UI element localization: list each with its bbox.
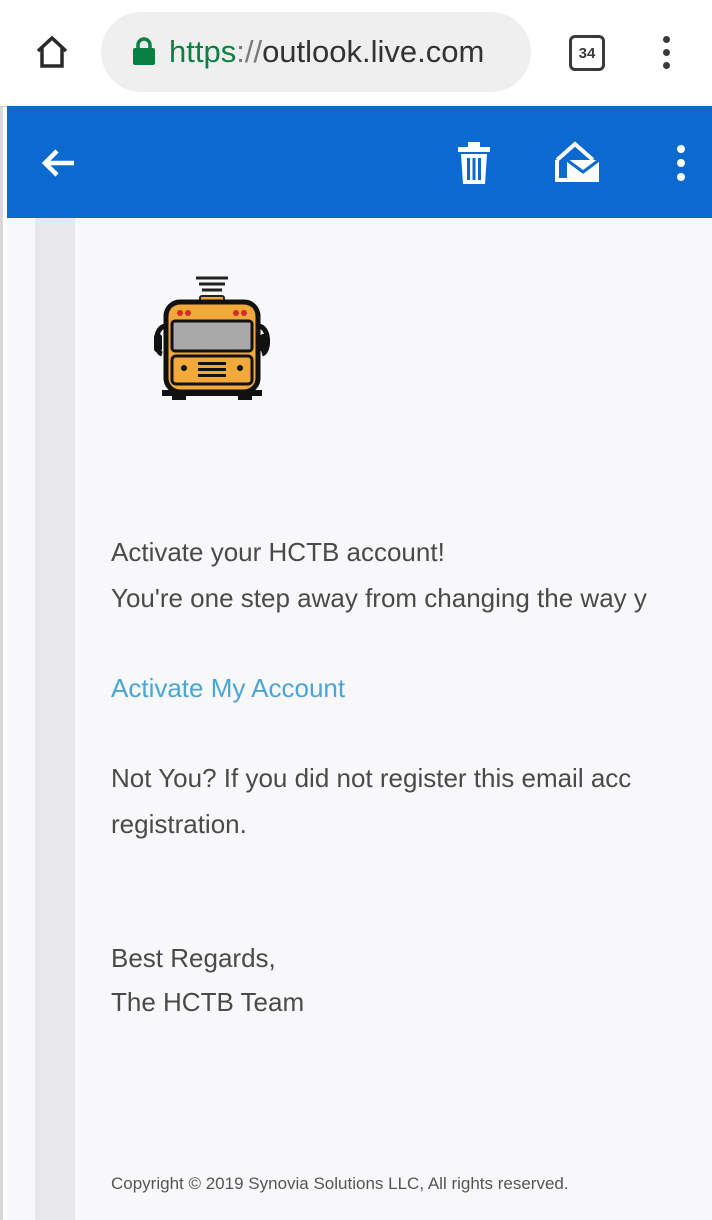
lock-icon [133,37,155,65]
email-notice-line: Not You? If you did not register this em… [111,763,632,793]
email-signature: The HCTB Team [111,987,305,1017]
url-scheme: https [169,34,237,69]
more-vertical-icon [662,35,670,43]
mail-app-bar [7,106,712,218]
browser-menu-button[interactable] [648,28,684,76]
more-vertical-icon-dot [677,159,685,167]
email-notice-line-2: registration. [111,809,247,839]
email-sign-off: Best Regards, [111,943,276,973]
email-heading: Activate your HCTB account! [111,537,445,567]
frame-edge [0,0,3,1220]
copyright-footer: Copyright © 2019 Synovia Solutions LLC, … [111,1174,569,1193]
tab-switcher-button[interactable]: 34 [566,32,606,72]
quote-gutter [35,218,75,1220]
address-bar[interactable]: https://outlook.live.com [101,12,531,92]
trash-icon [458,142,490,184]
activate-account-link[interactable]: Activate My Account [111,668,345,708]
more-vertical-icon-dot [662,61,670,69]
message-menu-button[interactable] [663,138,699,188]
more-vertical-icon [677,145,685,153]
more-vertical-icon-dot [662,48,670,56]
email-message-body: Activate your HCTB account! You're one s… [7,218,712,1220]
browser-toolbar: https://outlook.live.com 34 [0,0,712,107]
more-vertical-icon-dot [677,173,685,181]
phone-screen: https://outlook.live.com 34 Activate you… [0,0,712,1220]
back-button[interactable] [33,138,83,188]
delete-button[interactable] [449,138,499,188]
arrow-left-icon [41,149,74,177]
mark-unread-icon [555,141,600,182]
url-separator: :// [236,34,263,69]
home-icon [36,35,68,68]
email-intro-line: You're one step away from changing the w… [111,583,647,613]
url-host: outlook.live.com [262,34,485,69]
school-bus-logo [154,276,270,400]
home-button[interactable] [26,26,78,78]
tab-count: 34 [578,44,596,62]
mark-unread-button[interactable] [549,138,605,188]
url-text: https://outlook.live.com [169,32,484,72]
tab-switcher-icon: 34 [569,35,605,71]
